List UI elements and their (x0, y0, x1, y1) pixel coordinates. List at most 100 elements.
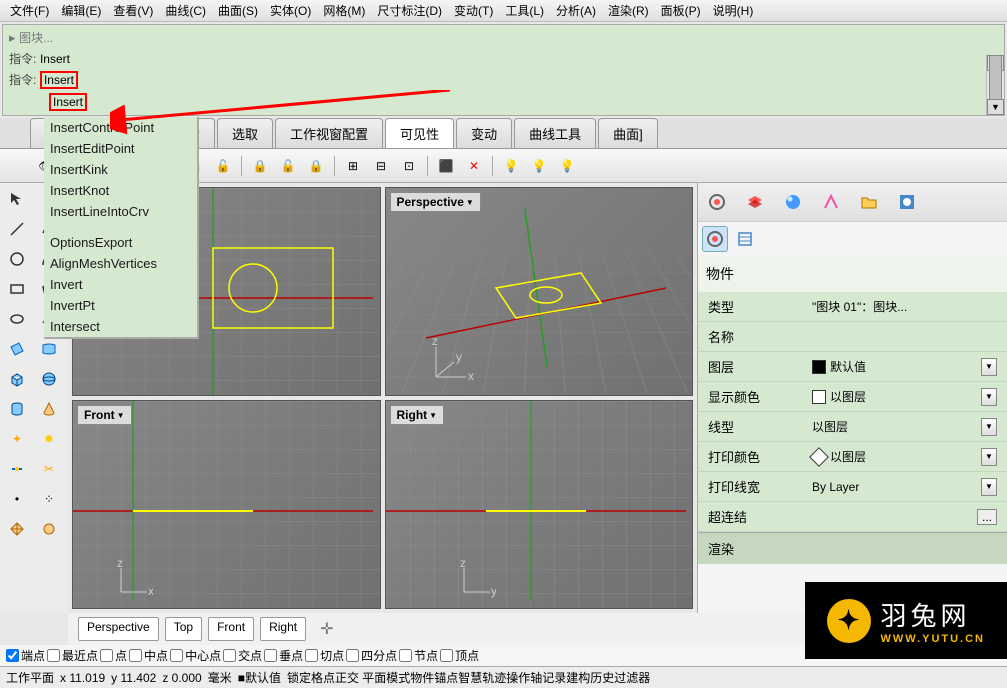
vp-title-right[interactable]: Right▼ (390, 405, 445, 425)
ac-item[interactable]: OptionsExport (44, 232, 197, 253)
osnap-quad[interactable]: 四分点 (346, 647, 397, 664)
viewport-perspective[interactable]: Perspective▼ z x y (385, 187, 694, 396)
ac-item[interactable]: AlignMeshVertices (44, 253, 197, 274)
render-section-header[interactable]: 渲染 (698, 532, 1007, 564)
material-icon[interactable] (818, 189, 844, 215)
trim-icon[interactable]: ✂ (34, 455, 64, 483)
tab-visibility[interactable]: 可见性 (385, 118, 454, 148)
vtab-right[interactable]: Right (260, 617, 306, 641)
lock4-icon[interactable]: 🔒 (304, 154, 328, 178)
join-icon[interactable] (2, 455, 32, 483)
scroll-thumb[interactable] (989, 55, 1002, 105)
help-icon[interactable] (894, 189, 920, 215)
ac-item[interactable]: Intersect (44, 316, 197, 337)
prop-dispcolor-value[interactable]: 以图层▼ (808, 386, 1007, 408)
menu-transform[interactable]: 变动(T) (448, 0, 499, 21)
srf2-icon[interactable] (34, 335, 64, 363)
material-tab-icon[interactable] (732, 226, 758, 252)
scroll-down-icon[interactable]: ▼ (987, 99, 1004, 115)
lock2-icon[interactable]: 🔒 (248, 154, 272, 178)
prop-layer-value[interactable]: 默认值▼ (808, 356, 1007, 378)
tab-select[interactable]: 选取 (217, 118, 273, 148)
vtab-front[interactable]: Front (208, 617, 254, 641)
line-icon[interactable] (2, 215, 32, 243)
cmd-scrollbar[interactable]: ▲ ▼ (986, 55, 1004, 115)
osnap-knot[interactable]: 节点 (399, 647, 438, 664)
dropdown-icon[interactable]: ▼ (981, 418, 997, 436)
menu-curve[interactable]: 曲线(C) (159, 0, 212, 21)
cone-icon[interactable] (34, 395, 64, 423)
dropdown-icon[interactable]: ▼ (981, 358, 997, 376)
unisolate-icon[interactable]: ✕ (462, 154, 486, 178)
menu-file[interactable]: 文件(F) (4, 0, 55, 21)
chevron-down-icon[interactable]: ▼ (429, 411, 437, 420)
showpts2-icon[interactable]: ⊟ (369, 154, 393, 178)
showpts3-icon[interactable]: ⊡ (397, 154, 421, 178)
menu-view[interactable]: 查看(V) (107, 0, 159, 21)
ac-item[interactable]: InsertKnot (44, 180, 197, 201)
tab-curvetools[interactable]: 曲线工具 (514, 118, 596, 148)
gear-icon[interactable]: ✦ (2, 425, 32, 453)
cmd-input-highlight[interactable]: Insert (40, 71, 78, 89)
bulbset1-icon[interactable]: 💡 (499, 154, 523, 178)
library-icon[interactable] (856, 189, 882, 215)
ac-item[interactable]: InvertPt (44, 295, 197, 316)
bulbset2-icon[interactable]: 💡 (527, 154, 551, 178)
prop-ltype-value[interactable]: 以图层▼ (808, 416, 1007, 438)
srf1-icon[interactable] (2, 335, 32, 363)
vtab-perspective[interactable]: Perspective (78, 617, 159, 641)
tab-viewport[interactable]: 工作视窗配置 (275, 118, 383, 148)
prop-type-value[interactable]: "图块 01"：图块... (808, 296, 1007, 317)
tab-transform[interactable]: 变动 (456, 118, 512, 148)
cmd-input-highlight2[interactable]: Insert (49, 93, 87, 111)
render-icon[interactable] (780, 189, 806, 215)
chevron-down-icon[interactable]: ▼ (466, 198, 474, 207)
unlock-icon[interactable]: 🔓 (211, 154, 235, 178)
status-layer[interactable]: ■默认值 (238, 669, 281, 686)
osnap-end[interactable]: 端点 (6, 647, 45, 664)
object-props-tab-icon[interactable] (702, 226, 728, 252)
prop-pcolor-value[interactable]: 以图层▼ (808, 446, 1007, 468)
osnap-near[interactable]: 最近点 (47, 647, 98, 664)
box-icon[interactable] (2, 365, 32, 393)
viewport-front[interactable]: Front▼ z x (72, 400, 381, 609)
ac-item[interactable]: InsertControlPoint (44, 117, 197, 138)
vp-title-front[interactable]: Front▼ (77, 405, 132, 425)
ac-item[interactable]: InsertEditPoint (44, 138, 197, 159)
points-icon[interactable]: ⁘ (34, 485, 64, 513)
dropdown-icon[interactable]: ▼ (981, 388, 997, 406)
layers-icon[interactable] (742, 189, 768, 215)
dropdown-icon[interactable]: ▼ (981, 478, 997, 496)
menu-render[interactable]: 渲染(R) (602, 0, 655, 21)
osnap-cen[interactable]: 中心点 (170, 647, 221, 664)
rect-icon[interactable] (2, 275, 32, 303)
lock3-icon[interactable]: 🔓 (276, 154, 300, 178)
osnap-point[interactable]: 点 (100, 647, 127, 664)
osnap-mid[interactable]: 中点 (129, 647, 168, 664)
tab-surface[interactable]: 曲面] (598, 118, 658, 148)
circle-icon[interactable] (2, 245, 32, 273)
menu-solid[interactable]: 实体(O) (264, 0, 317, 21)
menu-analyze[interactable]: 分析(A) (550, 0, 602, 21)
isolate-icon[interactable]: ⬛ (434, 154, 458, 178)
viewport-right[interactable]: Right▼ z y (385, 400, 694, 609)
props-icon[interactable] (704, 189, 730, 215)
cylinder-icon[interactable] (2, 395, 32, 423)
showpts-icon[interactable]: ⊞ (341, 154, 365, 178)
mesh2-icon[interactable] (34, 515, 64, 543)
ac-item[interactable]: InsertKink (44, 159, 197, 180)
menu-edit[interactable]: 编辑(E) (55, 0, 107, 21)
explode-icon[interactable]: ✸ (34, 425, 64, 453)
status-modes[interactable]: 锁定格点正交 平面模式物件锚点智慧轨迹操作轴记录建构历史过滤器 (287, 669, 650, 686)
vtab-add[interactable]: ✛ (312, 617, 341, 641)
ac-item[interactable]: Invert (44, 274, 197, 295)
osnap-vertex[interactable]: 顶点 (440, 647, 479, 664)
osnap-int[interactable]: 交点 (223, 647, 262, 664)
osnap-tan[interactable]: 切点 (305, 647, 344, 664)
menu-surface[interactable]: 曲面(S) (212, 0, 264, 21)
menu-mesh[interactable]: 网格(M) (317, 0, 371, 21)
prop-pwidth-value[interactable]: By Layer▼ (808, 476, 1007, 498)
prop-link-value[interactable]: ... (808, 507, 1007, 527)
ellipse-icon[interactable] (2, 305, 32, 333)
ac-item[interactable]: InsertLineIntoCrv (44, 201, 197, 222)
